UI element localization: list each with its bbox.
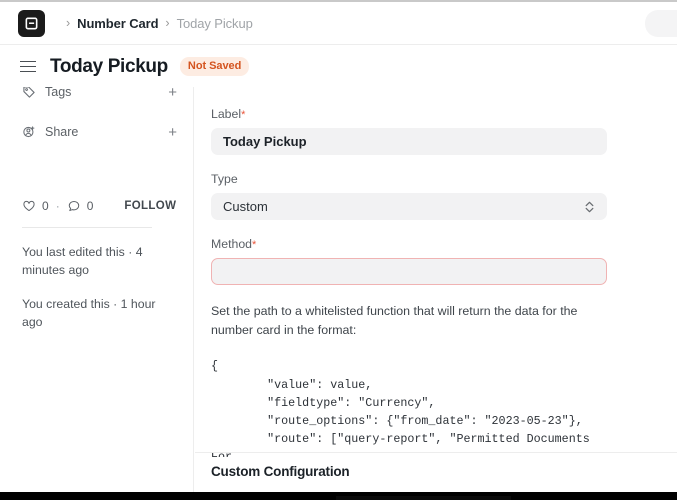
last-edited-text: You last edited this · 4 minutes ago [22, 245, 143, 278]
frappe-logo-icon[interactable] [18, 9, 45, 37]
heart-icon [23, 200, 35, 212]
required-marker-method: * [252, 239, 257, 251]
navbar-right-control[interactable] [645, 10, 677, 37]
field-method-group: Method* [211, 237, 607, 285]
type-field-caption-text: Type [211, 172, 238, 186]
comment-icon [68, 200, 79, 212]
label-field-caption: Label* [211, 107, 607, 121]
sidebar-item-share[interactable]: Share + [22, 119, 177, 145]
form-panel: Label* Today Pickup Type Custom Method* [195, 87, 677, 457]
hamburger-menu-icon[interactable] [20, 60, 36, 73]
section-divider [195, 452, 677, 453]
field-label-group: Label* Today Pickup [211, 107, 607, 155]
sidebar-item-tags[interactable]: Tags + [22, 87, 177, 105]
created-text: You created this · 1 hour ago [22, 296, 156, 330]
method-code-sample: { "value": value, "fieldtype": "Currency… [211, 359, 590, 457]
like-button[interactable]: 0 [22, 199, 49, 213]
method-field-caption-text: Method [211, 237, 253, 251]
page-title: Today Pickup [50, 55, 168, 77]
social-separator: · [55, 199, 60, 213]
comment-button[interactable]: 0 [67, 199, 94, 213]
breadcrumb: › Number Card › Today Pickup [59, 16, 253, 31]
status-badge: Not Saved [179, 57, 250, 76]
add-tag-button[interactable]: + [168, 87, 177, 100]
type-select[interactable]: Custom [211, 193, 607, 220]
sidebar-item-tags-label: Tags [45, 87, 72, 99]
method-help-text: Set the path to a whitelisted function t… [211, 304, 578, 338]
sidebar-item-share-label: Share [45, 125, 79, 139]
tag-icon [23, 87, 35, 98]
comment-count: 0 [86, 199, 94, 213]
breadcrumb-item-today-pickup[interactable]: Today Pickup [177, 16, 253, 31]
breadcrumb-item-number-card[interactable]: Number Card [77, 16, 158, 31]
chevron-updown-icon [584, 200, 595, 214]
label-input[interactable]: Today Pickup [211, 128, 607, 155]
navbar: › Number Card › Today Pickup [0, 2, 677, 45]
type-select-value: Custom [223, 199, 268, 214]
window-bottom-notch [336, 496, 511, 500]
follow-button[interactable]: FOLLOW [124, 200, 176, 212]
required-marker-label: * [241, 109, 246, 121]
type-field-caption: Type [211, 172, 607, 186]
share-user-icon [23, 126, 35, 138]
breadcrumb-separator-2: › [165, 15, 170, 30]
breadcrumb-separator-1: › [66, 15, 71, 30]
like-count: 0 [42, 199, 49, 213]
social-actions: 0 · 0 FOLLOW [22, 199, 177, 213]
field-type-group: Type Custom [211, 172, 607, 220]
page-header: Today Pickup Not Saved [0, 46, 677, 87]
label-field-caption-text: Label [211, 107, 242, 121]
custom-configuration-heading[interactable]: Custom Configuration [211, 464, 350, 479]
app-window: › Number Card › Today Pickup Today Picku… [0, 0, 677, 500]
method-input[interactable] [211, 258, 607, 285]
method-field-caption: Method* [211, 237, 607, 251]
sidebar: Tags + Share + 0 · 0 FOLLOW You last edi… [0, 87, 194, 492]
add-share-button[interactable]: + [168, 125, 177, 140]
sidebar-divider [22, 227, 152, 228]
